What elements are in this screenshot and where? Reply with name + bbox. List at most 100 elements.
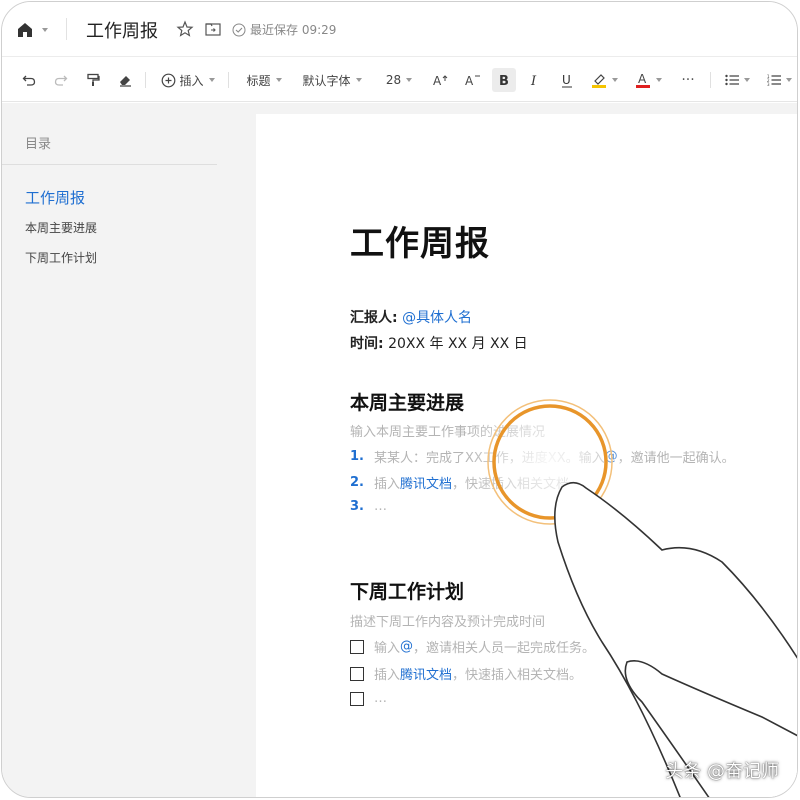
checkbox[interactable]: [350, 639, 364, 654]
list-text: …: [374, 691, 387, 706]
outline-title: 目录: [25, 137, 52, 152]
clear-format-button[interactable]: [114, 68, 136, 92]
format-painter-button[interactable]: [82, 68, 104, 92]
divider: [66, 18, 67, 40]
font-family-value: 默认字体: [302, 73, 351, 88]
bold-icon: B: [499, 74, 509, 87]
outline-sidebar: 目录 工作周报 本周主要进展 下周工作计划: [2, 103, 254, 797]
svg-text:A: A: [433, 74, 442, 87]
section-heading-progress[interactable]: 本周主要进展: [350, 388, 464, 415]
undo-button[interactable]: [18, 68, 40, 92]
font-size-select[interactable]: 28: [378, 68, 420, 92]
redo-button[interactable]: [50, 68, 72, 92]
list-text: 某某人：完成了XX工作，进度XX。输入: [374, 451, 605, 466]
list-text: ，快速插入相关文档。: [452, 668, 583, 683]
svg-text:U: U: [562, 73, 571, 87]
list-item[interactable]: 2. 插入 腾讯文档 ，快速插入相关文档。: [350, 473, 582, 492]
doc-link[interactable]: 腾讯文档: [400, 473, 452, 492]
decrease-font-size-button[interactable]: A: [462, 68, 484, 92]
list-text: ，邀请相关人员一起完成任务。: [413, 641, 596, 656]
section-hint[interactable]: 输入本周主要工作事项的进展情况: [350, 421, 545, 440]
list-text: …: [374, 499, 387, 514]
chevron-down-icon: [785, 78, 792, 82]
mention-link[interactable]: @: [400, 639, 413, 654]
star-icon: [176, 20, 194, 37]
divider: [145, 72, 146, 88]
svg-text:A: A: [465, 74, 474, 87]
document-page[interactable]: 工作周报 汇报人: @具体人名 时间: 20XX 年 XX 月 XX 日 本周主…: [256, 114, 797, 797]
checkbox[interactable]: [350, 691, 364, 706]
list-text: ，快速插入相关文档。: [452, 477, 583, 492]
paragraph-style-select[interactable]: 标题: [240, 68, 288, 92]
checklist-item[interactable]: 插入 腾讯文档 ，快速插入相关文档。: [350, 664, 582, 683]
time-line[interactable]: 时间: 20XX 年 XX 月 XX 日: [350, 333, 528, 353]
checklist-item[interactable]: 输入 @ ，邀请相关人员一起完成任务。: [350, 637, 595, 656]
svg-text:B: B: [499, 74, 509, 87]
chevron-down-icon: [406, 78, 413, 82]
bulleted-list-button[interactable]: [720, 68, 754, 92]
checkbox[interactable]: [350, 666, 364, 681]
outline-item-title[interactable]: 工作周报: [25, 187, 85, 208]
numbered-list-button[interactable]: 123: [762, 68, 796, 92]
list-text: 输入: [374, 641, 401, 656]
folder-move-icon: [205, 23, 221, 36]
section-heading-plan[interactable]: 下周工作计划: [350, 577, 464, 604]
redo-icon: [54, 75, 68, 86]
chevron-down-icon: [611, 78, 618, 82]
checklist-item[interactable]: …: [350, 691, 387, 706]
font-size-value: 28: [385, 73, 402, 87]
underline-button[interactable]: U: [556, 68, 578, 92]
doc-link[interactable]: 腾讯文档: [400, 664, 452, 683]
mention-link[interactable]: @: [605, 449, 618, 464]
reporter-line[interactable]: 汇报人: @具体人名: [350, 307, 472, 327]
bold-button[interactable]: B: [492, 68, 516, 92]
title-bar: 工作周报 最近保存 09:29: [2, 2, 797, 57]
format-painter-icon: [87, 73, 100, 86]
list-item[interactable]: 3. …: [350, 499, 387, 514]
plus-circle-icon: [162, 73, 176, 87]
chevron-down-icon: [655, 78, 662, 82]
home-button[interactable]: [16, 18, 52, 42]
bullet-list-icon: [724, 74, 739, 86]
highlighter-icon: [591, 74, 606, 88]
outline-item-plan[interactable]: 下周工作计划: [25, 249, 97, 266]
save-status-text: 最近保存 09:29: [250, 23, 337, 37]
svg-text:I: I: [530, 74, 537, 87]
insert-menu-button[interactable]: 插入: [158, 68, 218, 92]
chevron-down-icon: [42, 28, 48, 32]
list-text: 插入: [374, 477, 401, 492]
save-status: 最近保存 09:29: [232, 21, 336, 38]
list-text: 插入: [374, 668, 401, 683]
watermark: 头条 @奋记师: [665, 761, 779, 782]
more-options-button[interactable]: ···: [674, 68, 702, 92]
eraser-icon: [120, 76, 131, 87]
document-title[interactable]: 工作周报: [86, 17, 158, 43]
chevron-down-icon: [355, 78, 362, 82]
editor-canvas: 工作周报 汇报人: @具体人名 时间: 20XX 年 XX 月 XX 日 本周主…: [254, 103, 797, 797]
underline-icon: U: [562, 73, 572, 87]
italic-button[interactable]: I: [524, 68, 546, 92]
undo-icon: [22, 75, 36, 86]
list-number: 1.: [350, 449, 364, 464]
divider: [228, 72, 229, 88]
font-family-select[interactable]: 默认字体: [298, 68, 366, 92]
chevron-down-icon: [743, 78, 750, 82]
list-text: ，邀请他一起确认。: [617, 451, 735, 466]
highlight-color-button[interactable]: [586, 68, 622, 92]
paragraph-style-value: 标题: [246, 73, 271, 88]
list-number: 2.: [350, 475, 364, 490]
page-title[interactable]: 工作周报: [350, 216, 490, 265]
reporter-mention[interactable]: @具体人名: [402, 310, 472, 326]
list-item[interactable]: 1. 某某人：完成了XX工作，进度XX。输入 @ ，邀请他一起确认。: [350, 447, 735, 466]
favorite-button[interactable]: [176, 20, 194, 38]
insert-label: 插入: [179, 73, 204, 88]
outline-item-progress[interactable]: 本周主要进展: [25, 219, 97, 236]
move-to-folder-button[interactable]: [204, 20, 222, 38]
font-color-button[interactable]: A: [630, 68, 666, 92]
chevron-down-icon: [208, 78, 215, 82]
check-circle-icon: [232, 23, 246, 36]
time-label: 时间:: [350, 336, 384, 352]
section-hint[interactable]: 描述下周工作内容及预计完成时间: [350, 611, 545, 630]
divider: [2, 164, 217, 165]
increase-font-size-button[interactable]: A: [430, 68, 452, 92]
